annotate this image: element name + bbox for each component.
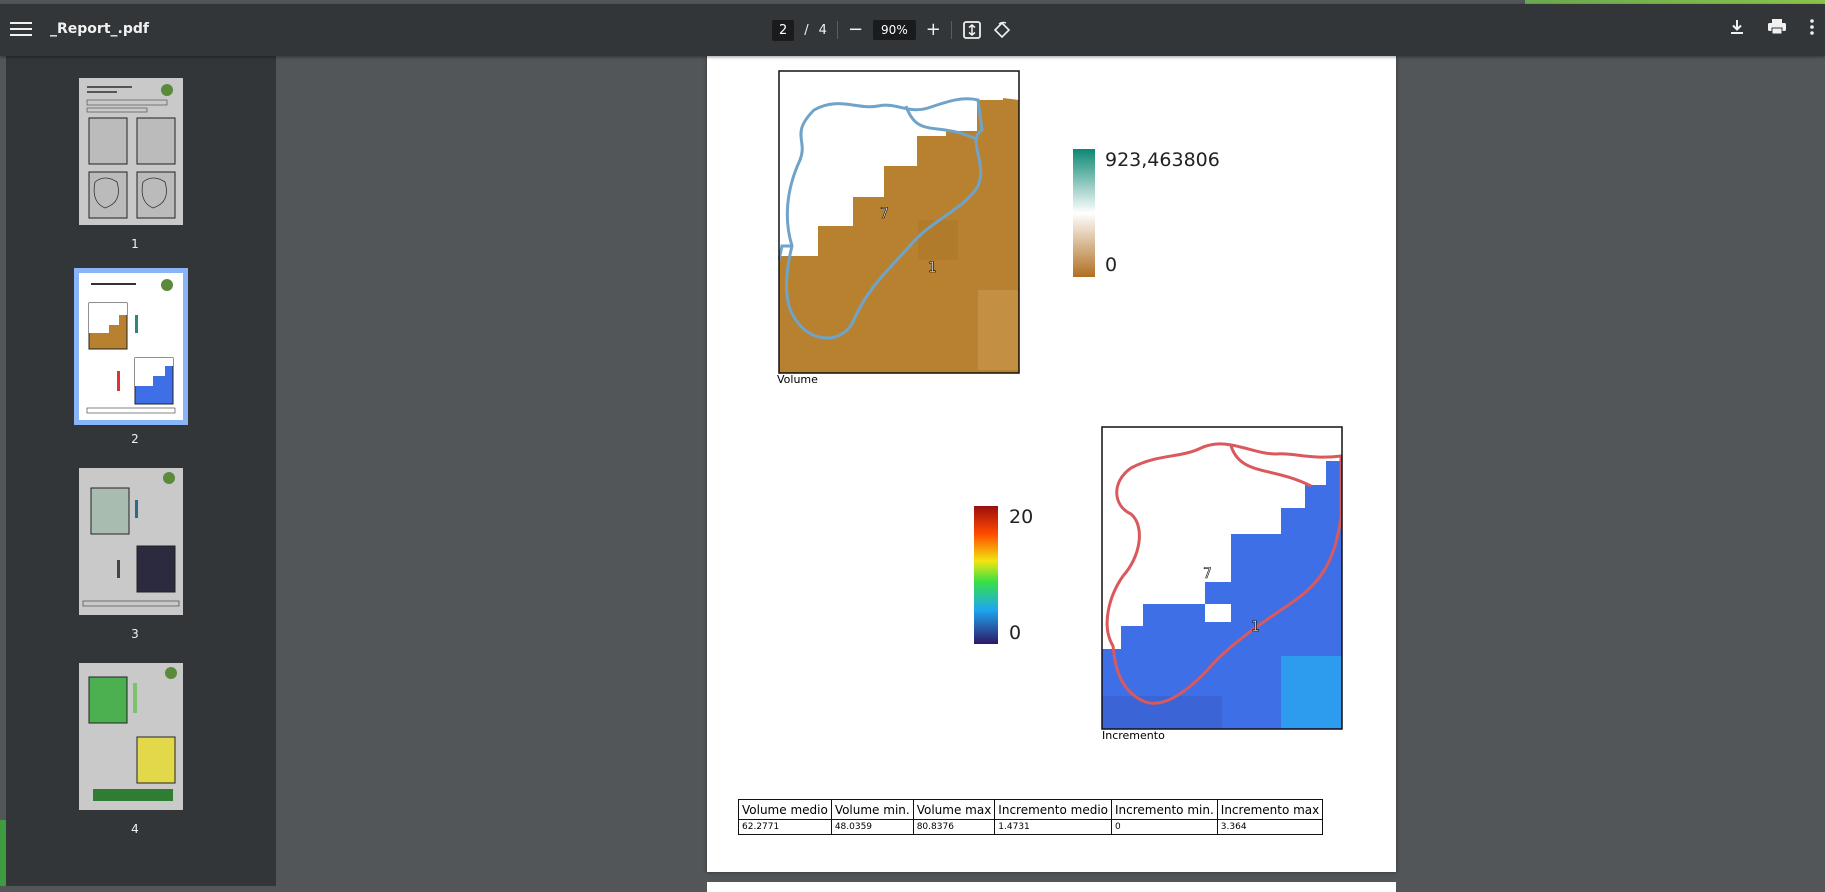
- map-label-1: 1: [1251, 619, 1260, 635]
- thumbnail-page-1[interactable]: [79, 78, 183, 225]
- toolbar-divider: [950, 21, 952, 39]
- incremento-map-caption: Incremento: [1102, 729, 1165, 742]
- pdf-page: 7 1 Volume 923,463806 0 20 0 7 1 Increme…: [707, 56, 1396, 872]
- print-icon[interactable]: [1767, 18, 1787, 36]
- volume-map-caption: Volume: [777, 373, 818, 386]
- page-number-input[interactable]: 2: [772, 19, 795, 41]
- stats-table: Volume medio Volume min. Volume max Incr…: [738, 799, 1324, 835]
- thumbnail-number: 4: [131, 822, 139, 836]
- volume-map: 7 1: [778, 70, 1020, 374]
- table-header-row: Volume medio Volume min. Volume max Incr…: [738, 799, 1324, 820]
- table-cell: 3.364: [1216, 819, 1324, 835]
- rotate-icon[interactable]: [992, 20, 1012, 40]
- incremento-legend-max: 20: [1009, 506, 1034, 528]
- incremento-legend-bar: [974, 506, 998, 644]
- map-label-1: 1: [928, 260, 937, 276]
- column-header: Incremento medio: [994, 799, 1112, 820]
- column-header: Volume min.: [830, 799, 914, 820]
- table-cell: 62.2771: [738, 819, 832, 835]
- map-label-7: 7: [1203, 566, 1212, 582]
- table-cell: 48.0359: [830, 819, 914, 835]
- thumbnail-preview: [79, 468, 183, 615]
- thumbnail-number: 3: [131, 627, 139, 641]
- thumbnail-number: 2: [131, 432, 139, 446]
- table-cell: 0: [1111, 819, 1218, 835]
- table-row: 62.2771 48.0359 80.8376 1.4731 0 3.364: [738, 819, 1324, 835]
- thumbnail-sidebar: 1 2 3 4: [6, 56, 276, 886]
- table-cell: 1.4731: [994, 819, 1112, 835]
- toolbar-actions: [1729, 18, 1815, 36]
- thumbnail-page-3[interactable]: [79, 468, 183, 615]
- next-pdf-page: [707, 882, 1396, 892]
- incremento-map: 7 1: [1101, 426, 1343, 730]
- incremento-legend-min: 0: [1009, 622, 1022, 644]
- thumbnail-preview: [79, 663, 183, 810]
- thumbnail-page-4[interactable]: [79, 663, 183, 810]
- thumbnail-number: 1: [131, 237, 139, 251]
- column-header: Incremento max: [1216, 799, 1324, 820]
- map-label-7: 7: [880, 206, 889, 222]
- thumbnail-preview: [79, 273, 183, 420]
- volume-legend-max: 923,463806: [1105, 149, 1220, 171]
- download-icon[interactable]: [1729, 18, 1745, 36]
- toolbar-divider: [836, 21, 838, 39]
- volume-legend-bar: [1073, 149, 1095, 277]
- thumbnail-preview: [79, 78, 183, 225]
- volume-legend-min: 0: [1105, 254, 1118, 276]
- column-header: Volume medio: [738, 799, 832, 820]
- table-cell: 80.8376: [912, 819, 996, 835]
- total-pages: 4: [818, 22, 827, 38]
- zoom-out-button[interactable]: −: [848, 20, 863, 40]
- more-icon[interactable]: [1809, 18, 1815, 36]
- column-header: Volume max: [912, 799, 996, 820]
- column-header: Incremento min.: [1111, 799, 1218, 820]
- page-controls: 2 / 4 − 90% +: [772, 16, 1012, 44]
- zoom-input[interactable]: 90%: [873, 20, 916, 40]
- menu-icon[interactable]: [10, 18, 32, 40]
- fit-page-icon[interactable]: [962, 20, 982, 40]
- pdf-toolbar: _Report_.pdf 2 / 4 − 90% +: [0, 4, 1825, 56]
- thumbnail-page-2[interactable]: [74, 268, 188, 425]
- page-separator: /: [804, 22, 809, 38]
- zoom-in-button[interactable]: +: [926, 20, 941, 40]
- file-title: _Report_.pdf: [50, 21, 149, 37]
